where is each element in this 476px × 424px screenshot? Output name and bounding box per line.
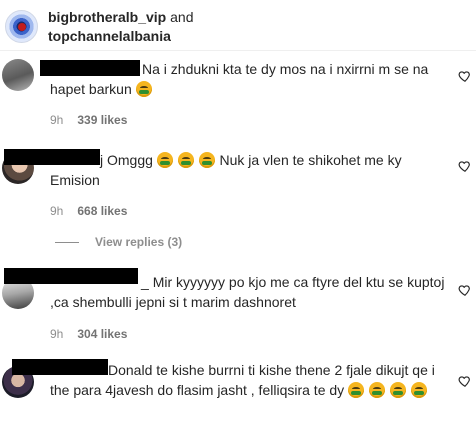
comment-text: Na i zhdukni kta te dy mos na i nxirrni …: [50, 61, 429, 97]
author-link-1[interactable]: bigbrotheralb_vip: [48, 9, 166, 25]
heart-icon[interactable]: [458, 159, 472, 173]
likes-count[interactable]: 668 likes: [77, 204, 127, 218]
comment-time: 9h: [50, 204, 64, 218]
comment-text-prefix: _: [141, 274, 149, 290]
account-avatar[interactable]: [5, 10, 38, 43]
comment-text-prefix: j Omggg: [100, 152, 153, 168]
author-link-2[interactable]: topchannelalbania: [48, 28, 171, 44]
nauseated-face-emoji: [156, 152, 173, 168]
replies-divider-line: [55, 242, 79, 244]
nauseated-face-emoji: [135, 81, 152, 97]
heart-icon[interactable]: [458, 283, 472, 297]
author-conjunction: and: [170, 9, 194, 25]
post-authors: bigbrotheralb_vip and topchannelalbania: [48, 8, 193, 46]
comment-text: j Omggg Nuk ja vlen te shikohet me ky Em…: [50, 152, 402, 188]
heart-icon[interactable]: [458, 69, 472, 83]
nauseated-face-emoji: [389, 382, 406, 398]
comment-meta: 9h 668 likes: [50, 203, 127, 219]
comment-meta: 9h 304 likes: [50, 326, 127, 342]
nauseated-face-emoji: [348, 382, 365, 398]
comment-time: 9h: [50, 113, 64, 127]
likes-count[interactable]: 304 likes: [77, 327, 127, 341]
comment-time: 9h: [50, 327, 64, 341]
comment-text: _ Mir kyyyyyy po kjo me ca ftyre del ktu…: [50, 274, 445, 310]
likes-count[interactable]: 339 likes: [77, 113, 127, 127]
nauseated-face-emoji: [198, 152, 215, 168]
heart-icon[interactable]: [458, 374, 472, 388]
view-replies-button[interactable]: View replies (3): [55, 234, 182, 250]
nauseated-face-emoji: [410, 382, 427, 398]
post-header: bigbrotheralb_vip and topchannelalbania: [0, 0, 476, 50]
eye-logo-icon: [18, 23, 26, 31]
comment-meta: 9h 339 likes: [50, 112, 127, 128]
commenter-avatar[interactable]: [2, 59, 34, 91]
header-divider: [0, 50, 476, 51]
comment-text: Donald te kishe burrni ti kishe thene 2 …: [50, 362, 435, 398]
nauseated-face-emoji: [368, 382, 385, 398]
nauseated-face-emoji: [177, 152, 194, 168]
